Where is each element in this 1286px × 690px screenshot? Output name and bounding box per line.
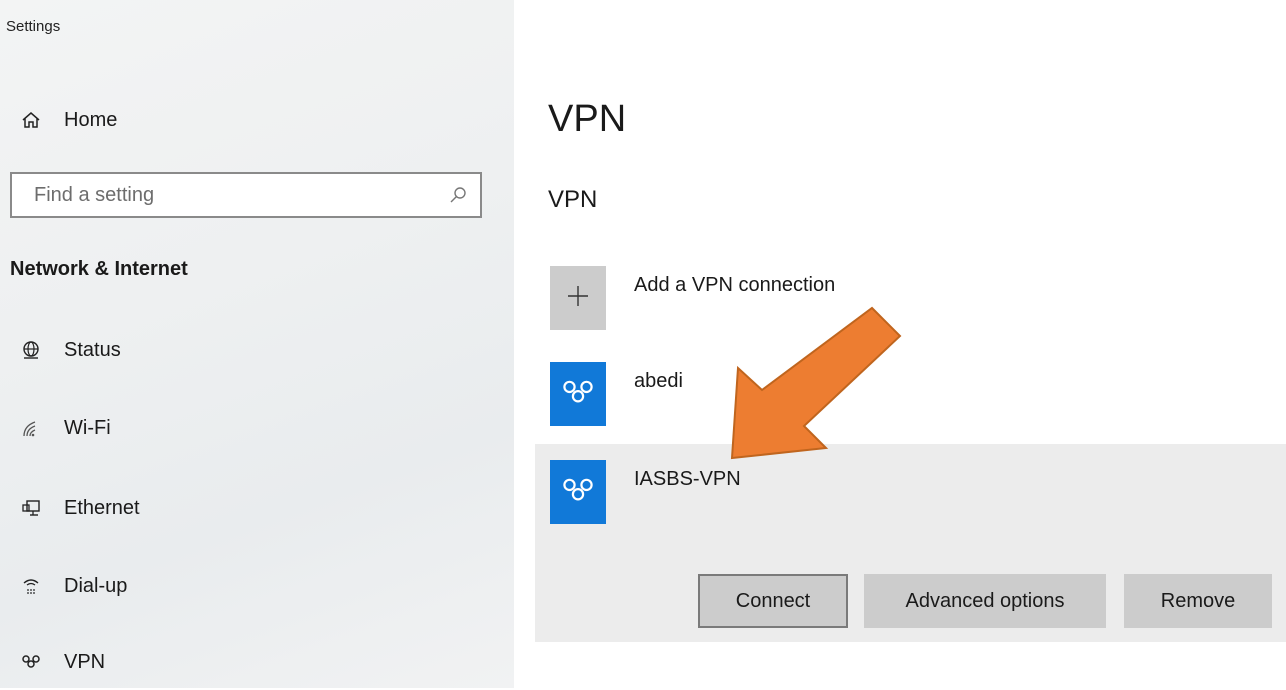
section-heading: Network & Internet <box>10 258 188 280</box>
globe-icon <box>20 339 42 361</box>
vpn-tile[interactable] <box>550 362 606 426</box>
sidebar-item-wifi[interactable]: Wi-Fi <box>0 400 514 456</box>
home-icon <box>20 109 42 131</box>
section-title: VPN <box>548 186 598 213</box>
sidebar-item-label: Status <box>64 338 121 361</box>
add-vpn-connection-label[interactable]: Add a VPN connection <box>634 274 835 297</box>
remove-button[interactable]: Remove <box>1124 574 1272 628</box>
page-title: VPN <box>548 98 627 140</box>
ethernet-icon <box>20 497 42 519</box>
vpn-connection-name[interactable]: IASBS-VPN <box>634 468 741 491</box>
vpn-icon <box>20 651 42 673</box>
sidebar: Settings Home Network & Internet Status … <box>0 0 514 688</box>
search-icon[interactable] <box>448 185 468 205</box>
window-title: Settings <box>6 18 61 35</box>
vpn-icon <box>561 375 595 414</box>
sidebar-item-label: Wi-Fi <box>64 416 111 439</box>
add-tile[interactable] <box>550 266 606 330</box>
sidebar-item-ethernet[interactable]: Ethernet <box>0 480 514 536</box>
advanced-options-button[interactable]: Advanced options <box>864 574 1106 628</box>
sidebar-item-vpn[interactable]: VPN <box>0 634 514 690</box>
sidebar-item-label: Home <box>64 108 118 131</box>
connect-button[interactable]: Connect <box>698 574 848 628</box>
vpn-icon <box>561 473 595 512</box>
wifi-icon <box>20 417 42 439</box>
sidebar-item-label: VPN <box>64 650 106 673</box>
sidebar-item-dial-up[interactable]: Dial-up <box>0 558 514 614</box>
plus-icon <box>566 284 590 313</box>
sidebar-item-status[interactable]: Status <box>0 322 514 378</box>
sidebar-item-label: Dial-up <box>64 574 128 597</box>
dial-up-icon <box>20 575 42 597</box>
search-input[interactable] <box>12 174 432 216</box>
sidebar-item-home[interactable]: Home <box>0 92 514 148</box>
vpn-tile[interactable] <box>550 460 606 524</box>
search-field[interactable] <box>10 172 482 218</box>
vpn-connection-name[interactable]: abedi <box>634 370 683 393</box>
annotation-arrow <box>730 306 902 460</box>
sidebar-item-label: Ethernet <box>64 496 140 519</box>
